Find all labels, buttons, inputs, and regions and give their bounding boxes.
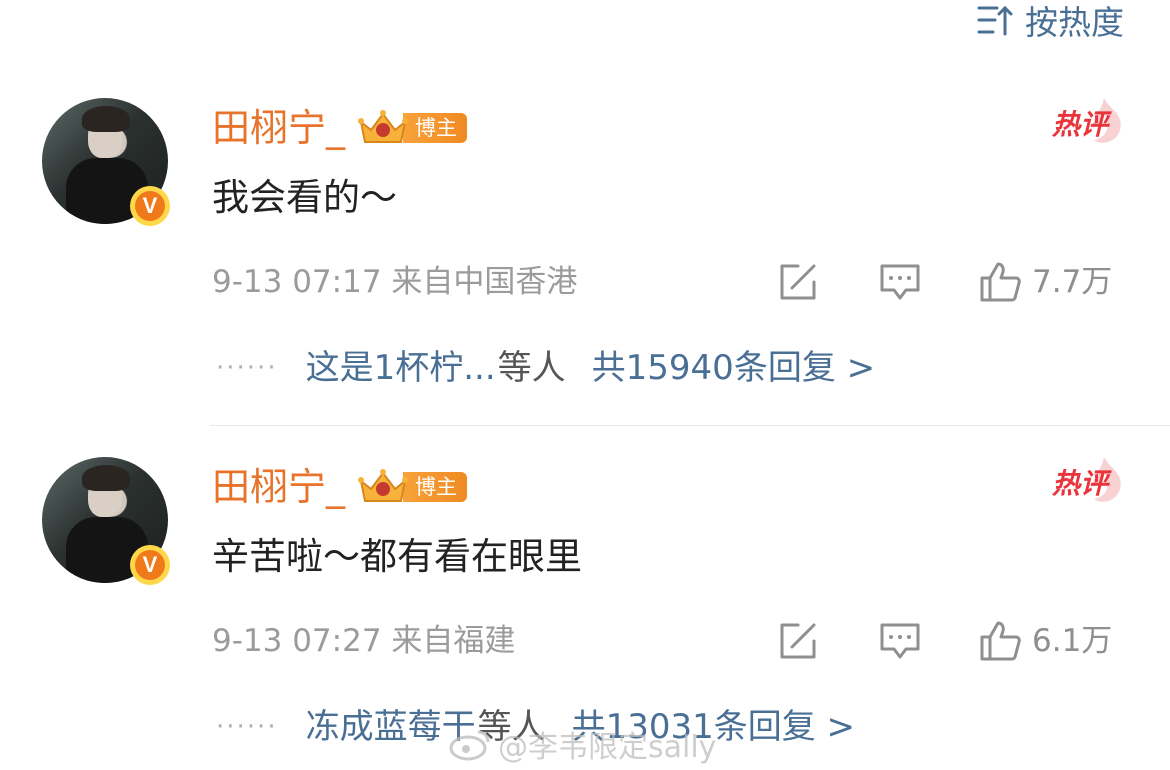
comment-button[interactable] xyxy=(878,260,922,304)
comment-text: 我会看的～ xyxy=(212,176,397,219)
reply-summary[interactable]: ······ 这是1杯柠... 等人 共15940条回复 > xyxy=(216,344,875,392)
repost-button[interactable] xyxy=(776,619,820,663)
divider xyxy=(210,425,1170,426)
repost-icon xyxy=(780,623,816,659)
hot-comment-tag: 热评 xyxy=(1046,455,1126,509)
author-badge: 博主 xyxy=(357,110,468,145)
sort-icon xyxy=(977,5,1013,36)
like-count: 6.1万 xyxy=(1032,623,1113,659)
repost-icon xyxy=(780,264,816,300)
badge-label: 博主 xyxy=(403,472,468,502)
reply-total-link[interactable]: 共15940条回复 > xyxy=(592,344,875,392)
like-icon xyxy=(980,262,1021,302)
like-button[interactable]: 7.7万 xyxy=(978,260,1112,304)
reply-suffix: 等人 xyxy=(477,707,546,747)
author-name[interactable]: 田栩宁_ xyxy=(212,104,345,152)
verified-icon: V xyxy=(130,545,170,585)
repost-button[interactable] xyxy=(776,260,820,304)
reply-suffix: 等人 xyxy=(497,348,566,388)
verified-icon: V xyxy=(130,186,170,226)
dots-icon: ······ xyxy=(216,712,278,742)
hot-comment-tag: 热评 xyxy=(1046,96,1126,150)
comment-icon xyxy=(880,623,920,659)
comment-button[interactable] xyxy=(878,619,922,663)
author-name[interactable]: 田栩宁_ xyxy=(212,463,345,511)
author-badge: 博主 xyxy=(357,469,468,504)
crown-icon xyxy=(358,469,409,502)
crown-icon xyxy=(358,110,409,143)
comment-text: 辛苦啦～都有看在眼里 xyxy=(212,535,582,578)
like-button[interactable]: 6.1万 xyxy=(978,619,1112,663)
like-count: 7.7万 xyxy=(1032,264,1113,300)
dots-icon: ······ xyxy=(216,353,278,383)
like-icon xyxy=(980,621,1021,661)
reply-summary[interactable]: ······ 冻成蓝莓干 等人 共13031条回复 > xyxy=(216,703,855,751)
sort-label: 按热度 xyxy=(1025,3,1124,42)
reply-users[interactable]: 这是1杯柠... xyxy=(306,344,496,392)
reply-users[interactable]: 冻成蓝莓干 xyxy=(306,703,476,751)
sort-by-hotness[interactable]: 按热度 xyxy=(975,0,1124,42)
comment-icon xyxy=(880,264,920,300)
hot-label: 热评 xyxy=(1052,467,1109,500)
hot-label: 热评 xyxy=(1052,108,1109,141)
reply-total-link[interactable]: 共13031条回复 > xyxy=(572,703,855,751)
badge-label: 博主 xyxy=(403,113,468,143)
